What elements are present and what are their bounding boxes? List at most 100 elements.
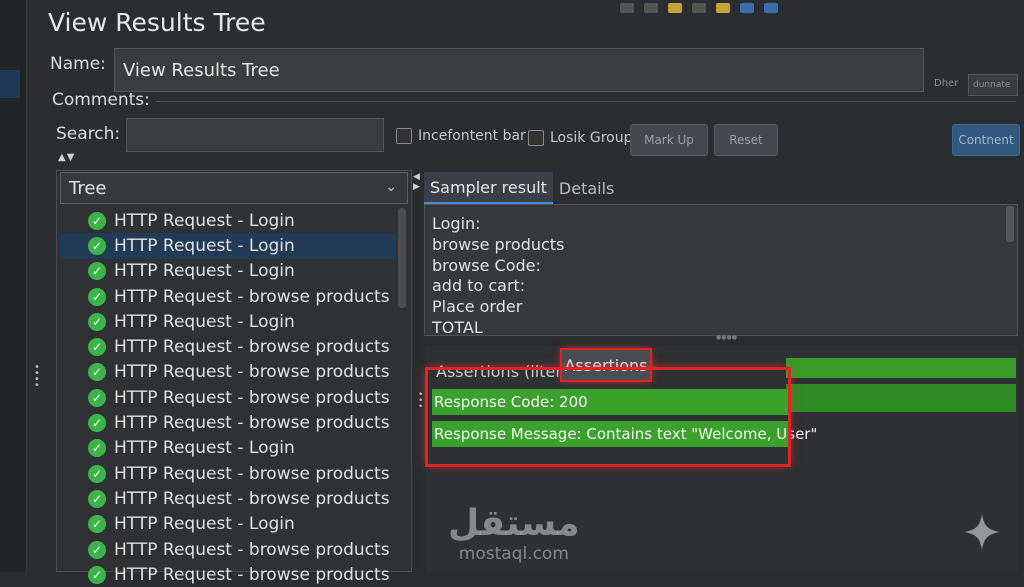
tree-item-label: HTTP Request - Login [114, 514, 295, 535]
sampler-result-text: Login: browse products browse Code: add to … [432, 214, 564, 339]
tree-item[interactable]: ✓ HTTP Request - browse products [60, 334, 396, 359]
name-label: Name: [50, 54, 106, 74]
tree-item[interactable]: ✓ HTTP Request - browse products [60, 410, 396, 435]
tree-item-label: HTTP Request - browse products [114, 387, 390, 408]
success-check-icon: ✓ [88, 439, 106, 458]
success-check-icon: ✓ [88, 338, 106, 357]
success-check-icon: ✓ [88, 363, 106, 382]
tree-item[interactable]: ✓ HTTP Request - browse products [60, 486, 396, 511]
tree-item[interactable]: ✓ HTTP Request - Login [60, 208, 396, 233]
success-check-icon: ✓ [88, 236, 106, 255]
search-label: Search: [56, 124, 121, 144]
tree-item[interactable]: ✓ HTTP Request - Login [60, 309, 396, 334]
assertion-bar [786, 384, 1016, 412]
tray-icon [644, 3, 658, 13]
success-check-icon: ✓ [88, 388, 106, 407]
losik-group-checkbox[interactable]: Losik Group [528, 130, 632, 146]
comments-label: Comments: [52, 90, 150, 110]
filter-label: Dher [934, 78, 959, 89]
tree-item-label: HTTP Request - Login [114, 261, 295, 282]
results-tree-list: ✓ HTTP Request - Login ✓ HTTP Request - Log… [60, 208, 396, 587]
tree-item[interactable]: ✓ HTTP Request - browse products [60, 385, 396, 410]
tree-item-label: HTTP Request - browse products [114, 539, 390, 560]
tray-icon [620, 3, 634, 13]
tree-item-label: HTTP Request - browse products [114, 286, 390, 307]
tree-item-label: HTTP Request - browse products [114, 337, 390, 358]
comments-field[interactable] [156, 101, 1016, 102]
success-check-icon: ✓ [88, 262, 106, 281]
tree-selector-label: Tree [69, 177, 107, 199]
result-line: TOTAL [432, 317, 483, 337]
system-tray [620, 0, 1024, 16]
rail-highlight [0, 70, 20, 98]
reset-button[interactable]: Reset [714, 124, 778, 156]
success-check-icon: ✓ [88, 540, 106, 559]
folder-icon [668, 3, 682, 13]
splitter-handle-icon[interactable]: • • • [418, 391, 423, 412]
tree-item-label: HTTP Request - Login [114, 235, 295, 256]
result-line: browse products [432, 234, 565, 254]
tree-scrollbar[interactable] [398, 208, 406, 308]
tab-sampler-result[interactable]: Sampler result [424, 172, 553, 204]
tray-icon [692, 3, 706, 13]
chevron-down-icon[interactable]: ⌄ [385, 179, 397, 195]
primary-button[interactable]: Contnent [952, 124, 1020, 156]
tree-item[interactable]: ✓ HTTP Request - Login [60, 512, 396, 537]
success-check-icon: ✓ [88, 287, 106, 306]
page-title: View Results Tree [48, 8, 266, 37]
vertical-splitter[interactable] [412, 170, 420, 572]
tree-item[interactable]: ✓ HTTP Request - browse products [60, 360, 396, 385]
assertion-bar [786, 358, 1016, 378]
tree-item-label: HTTP Request - browse products [114, 463, 390, 484]
highlight-box [425, 367, 791, 467]
watermark-domain: mostaql.com [458, 544, 569, 564]
tree-item[interactable]: ✓ HTTP Request - browse products [60, 284, 396, 309]
markup-button[interactable]: Mark Up [630, 124, 708, 156]
shield-icon [716, 3, 730, 13]
left-rail [0, 0, 27, 572]
success-check-icon: ✓ [88, 565, 106, 584]
window-icon [740, 3, 754, 13]
tree-item[interactable]: ✓ HTTP Request - Login [60, 233, 396, 259]
tree-item-label: HTTP Request - Login [114, 438, 295, 459]
tree-item-label: HTTP Request - Login [114, 210, 295, 231]
checkbox-label: Losik Group [550, 130, 633, 146]
tab-details[interactable]: Details [553, 172, 620, 204]
success-check-icon: ✓ [88, 312, 106, 331]
sort-arrows-icon[interactable]: ▲▼ [58, 152, 75, 163]
success-check-icon: ✓ [88, 211, 106, 230]
result-tabs: Sampler result Details [424, 172, 620, 204]
result-line: add to cart: [432, 276, 526, 296]
checkbox-icon[interactable] [396, 128, 412, 144]
tree-selector[interactable]: Tree ⌄ [60, 172, 408, 204]
name-field[interactable] [114, 48, 924, 92]
tree-item[interactable]: ✓ HTTP Request - Login [60, 259, 396, 284]
tree-item-label: HTTP Request - browse products [114, 564, 390, 585]
tree-item[interactable]: ✓ HTTP Request - browse products [60, 562, 396, 587]
result-line: Place order [432, 297, 523, 317]
tree-item-label: HTTP Request - Login [114, 311, 295, 332]
incefontent-checkbox[interactable]: Incefontent bar [396, 128, 526, 144]
result-scrollbar[interactable] [1006, 206, 1014, 242]
tree-item[interactable]: ✓ HTTP Request - browse products [60, 537, 396, 562]
success-check-icon: ✓ [88, 414, 106, 433]
tree-item-label: HTTP Request - browse products [114, 413, 390, 434]
checkbox-icon[interactable] [528, 130, 544, 146]
splitter-grip-icon[interactable]: ●●●● [716, 334, 737, 341]
filter-field[interactable]: dunnate [968, 74, 1018, 96]
tree-item-label: HTTP Request - browse products [114, 362, 390, 383]
watermark-arabic: مستقل [448, 503, 580, 544]
tree-item[interactable]: ✓ HTTP Request - Login [60, 436, 396, 461]
result-line: Login: [432, 214, 481, 233]
success-check-icon: ✓ [88, 515, 106, 534]
splitter-handle-icon[interactable]: • • • • [34, 363, 40, 391]
tree-item-label: HTTP Request - browse products [114, 488, 390, 509]
search-input[interactable] [126, 118, 384, 152]
tree-item[interactable]: ✓ HTTP Request - browse products [60, 461, 396, 486]
watermark-logo: مستقل mostaql.com [448, 503, 580, 565]
success-check-icon: ✓ [88, 464, 106, 483]
tray-icon [764, 3, 778, 13]
checkbox-label: Incefontent bar [418, 128, 526, 144]
sparkle-icon [964, 514, 1000, 550]
split-arrows-icon[interactable]: ◀ ▶ [413, 172, 420, 192]
